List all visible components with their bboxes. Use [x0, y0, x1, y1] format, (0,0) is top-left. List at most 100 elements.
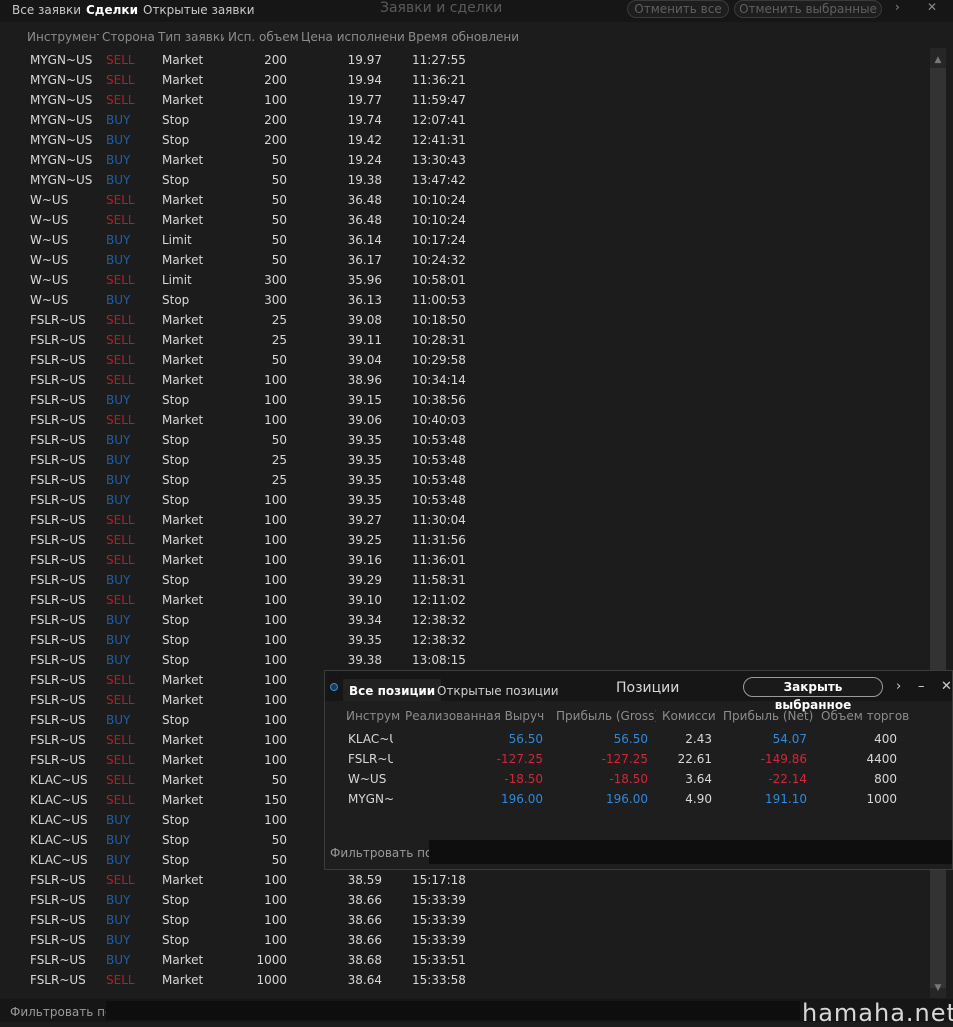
side-cell: SELL [106, 733, 135, 747]
table-row[interactable]: FSLR~US BUY Stop 50 39.35 10:53:48 [0, 430, 930, 450]
close-selected-button[interactable]: Закрыть выбранное [743, 677, 883, 712]
table-row[interactable]: W~US SELL Limit 300 35.96 10:58:01 [0, 270, 930, 290]
table-row[interactable]: FSLR~US SELL Market 100 39.10 12:11:02 [0, 590, 930, 610]
table-row[interactable]: FSLR~US SELL Market 1000 38.64 15:33:58 [0, 970, 930, 990]
table-row[interactable]: MYGN~US BUY Stop 200 19.74 12:07:41 [0, 110, 930, 130]
side-cell: SELL [106, 673, 135, 687]
chevron-right-icon[interactable]: › [895, 0, 900, 14]
fill-price-cell: 38.68 [347, 953, 382, 967]
tab-all-positions[interactable]: Все позиции [343, 679, 442, 701]
fill-price-cell: 38.66 [347, 933, 382, 947]
table-row[interactable]: FSLR~US BUY Stop 100 39.35 12:38:32 [0, 630, 930, 650]
col-commission[interactable]: Комисси [662, 709, 718, 723]
order-type-cell: Stop [162, 113, 190, 127]
order-type-cell: Market [162, 213, 204, 227]
close-icon[interactable]: ✕ [927, 0, 937, 14]
table-row[interactable]: FSLR~US BUY Stop 100 38.66 15:33:39 [0, 930, 930, 950]
col-filled-qty[interactable]: Исп. объем [228, 30, 298, 44]
positions-window: Все позиции Открытые позиции Позиции Зак… [324, 670, 953, 870]
tab-open-orders[interactable]: Открытые заявки [143, 3, 255, 17]
col-trade-volume[interactable]: Объем торгов [821, 709, 921, 723]
col-update-time[interactable]: Время обновления [408, 30, 520, 44]
col-instrument[interactable]: Инструмент [27, 30, 99, 44]
table-row[interactable]: FSLR~US BUY Stop 100 38.66 15:33:39 [0, 890, 930, 910]
table-row[interactable]: W~US SELL Market 50 36.48 10:10:24 [0, 210, 930, 230]
col-side[interactable]: Сторона [102, 30, 156, 44]
side-cell: SELL [106, 373, 135, 387]
table-row[interactable]: MYGN~US BUY Stop 200 19.42 12:41:31 [0, 130, 930, 150]
filled-qty-cell: 100 [264, 693, 287, 707]
table-row[interactable]: W~US BUY Limit 50 36.14 10:17:24 [0, 230, 930, 250]
table-row[interactable]: FSLR~US SELL Market 100 38.59 15:17:18 [0, 870, 930, 890]
instrument-cell: FSLR~US [30, 353, 86, 367]
table-row[interactable]: FSLR~US SELL Market 100 39.16 11:36:01 [0, 550, 930, 570]
instrument-cell: FSLR~US [30, 933, 86, 947]
table-row[interactable]: FSLR~US BUY Stop 100 39.38 13:08:15 [0, 650, 930, 670]
table-row[interactable]: FSLR~US SELL Market 100 39.27 11:30:04 [0, 510, 930, 530]
cancel-selected-button[interactable]: Отменить выбранные [734, 0, 882, 18]
table-row[interactable]: MYGN~US 196.00 196.00 4.90 191.10 1000 [325, 789, 952, 809]
table-row[interactable]: FSLR~US SELL Market 100 39.25 11:31:56 [0, 530, 930, 550]
minimize-icon[interactable]: – [918, 679, 925, 694]
table-row[interactable]: KLAC~US 56.50 56.50 2.43 54.07 400 [325, 729, 952, 749]
instrument-cell: FSLR~US [30, 493, 86, 507]
tab-all-orders[interactable]: Все заявки [12, 3, 81, 17]
tab-open-positions[interactable]: Открытые позиции [437, 684, 559, 698]
instrument-cell: FSLR~US [30, 553, 86, 567]
update-time-cell: 10:53:48 [412, 433, 466, 447]
filled-qty-cell: 100 [264, 733, 287, 747]
table-row[interactable]: W~US -18.50 -18.50 3.64 -22.14 800 [325, 769, 952, 789]
filter-input[interactable] [106, 1001, 800, 1020]
table-row[interactable]: FSLR~US SELL Market 25 39.11 10:28:31 [0, 330, 930, 350]
instrument-cell: FSLR~US [30, 913, 86, 927]
table-row[interactable]: FSLR~US BUY Stop 100 38.66 15:33:39 [0, 910, 930, 930]
chevron-right-icon[interactable]: › [896, 679, 901, 694]
col-gross-profit[interactable]: Прибыль (Gross) [556, 709, 656, 723]
fill-price-cell: 39.08 [347, 313, 382, 327]
filled-qty-cell: 300 [264, 293, 287, 307]
table-row[interactable]: FSLR~US -127.25 -127.25 22.61 -149.86 4400 [325, 749, 952, 769]
col-fill-price[interactable]: Цена исполнения [301, 30, 404, 44]
table-row[interactable]: FSLR~US BUY Stop 100 39.15 10:38:56 [0, 390, 930, 410]
tab-trades[interactable]: Сделки [86, 3, 138, 17]
table-row[interactable]: FSLR~US BUY Stop 25 39.35 10:53:48 [0, 470, 930, 490]
instrument-cell: FSLR~US [30, 633, 86, 647]
col-realized-revenue[interactable]: Реализованная Выручка [405, 709, 545, 723]
update-time-cell: 12:11:02 [412, 593, 466, 607]
radio-indicator-icon[interactable] [330, 683, 338, 691]
table-row[interactable]: MYGN~US SELL Market 200 19.97 11:27:55 [0, 50, 930, 70]
cancel-all-button[interactable]: Отменить все [627, 0, 729, 18]
scroll-down-icon[interactable]: ▼ [930, 980, 946, 996]
table-row[interactable]: W~US SELL Market 50 36.48 10:10:24 [0, 190, 930, 210]
col-order-type[interactable]: Тип заявки [158, 30, 224, 44]
scroll-up-icon[interactable]: ▲ [930, 52, 946, 68]
table-row[interactable]: FSLR~US SELL Market 100 38.96 10:34:14 [0, 370, 930, 390]
col-net-profit[interactable]: Прибыль (Net) [723, 709, 813, 723]
side-cell: BUY [106, 613, 131, 627]
table-row[interactable]: FSLR~US BUY Stop 100 39.29 11:58:31 [0, 570, 930, 590]
table-row[interactable]: FSLR~US SELL Market 50 39.04 10:29:58 [0, 350, 930, 370]
side-cell: SELL [106, 593, 135, 607]
table-row[interactable]: W~US BUY Market 50 36.17 10:24:32 [0, 250, 930, 270]
col-instrument[interactable]: Инструм [346, 709, 402, 723]
table-row[interactable]: MYGN~US SELL Market 200 19.94 11:36:21 [0, 70, 930, 90]
fill-price-cell: 39.04 [347, 353, 382, 367]
side-cell: BUY [106, 653, 131, 667]
table-row[interactable]: FSLR~US BUY Stop 100 39.34 12:38:32 [0, 610, 930, 630]
table-row[interactable]: MYGN~US SELL Market 100 19.77 11:59:47 [0, 90, 930, 110]
fill-price-cell: 19.42 [347, 133, 382, 147]
close-icon[interactable]: ✕ [941, 679, 952, 694]
table-row[interactable]: FSLR~US SELL Market 100 39.06 10:40:03 [0, 410, 930, 430]
table-row[interactable]: FSLR~US BUY Stop 100 39.35 10:53:48 [0, 490, 930, 510]
table-row[interactable]: FSLR~US SELL Market 25 39.08 10:18:50 [0, 310, 930, 330]
update-time-cell: 15:33:58 [412, 973, 466, 987]
table-row[interactable]: MYGN~US BUY Market 50 19.24 13:30:43 [0, 150, 930, 170]
instrument-cell: W~US [30, 253, 69, 267]
table-row[interactable]: FSLR~US BUY Stop 25 39.35 10:53:48 [0, 450, 930, 470]
fill-price-cell: 36.13 [347, 293, 382, 307]
table-row[interactable]: MYGN~US BUY Stop 50 19.38 13:47:42 [0, 170, 930, 190]
table-row[interactable]: W~US BUY Stop 300 36.13 11:00:53 [0, 290, 930, 310]
update-time-cell: 15:33:51 [412, 953, 466, 967]
positions-filter-input[interactable] [429, 840, 952, 864]
table-row[interactable]: FSLR~US BUY Market 1000 38.68 15:33:51 [0, 950, 930, 970]
